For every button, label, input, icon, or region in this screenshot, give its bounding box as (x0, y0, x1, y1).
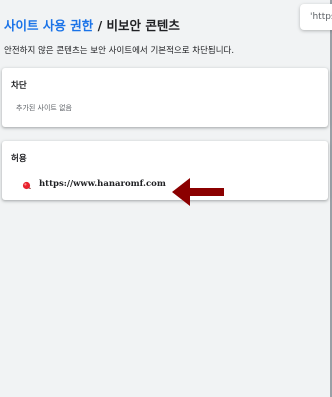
breadcrumb-site-permissions[interactable]: 사이트 사용 권한 (4, 18, 93, 33)
page-description: 안전하지 않은 콘텐츠는 보안 사이트에서 기본적으로 차단됩니다. (4, 46, 235, 56)
breadcrumb-separator: / (97, 18, 103, 33)
page-title: 사이트 사용 권한 / 비보안 콘텐츠 (4, 15, 180, 34)
block-section: 차단 추가된 사이트 없음 (2, 68, 328, 127)
annotation-arrow-icon (172, 178, 224, 206)
breadcrumb-insecure-content: 비보안 콘텐츠 (106, 18, 180, 33)
allow-section-title: 허용 (11, 154, 27, 164)
site-url: https://www.hanaromf.com (39, 179, 166, 189)
search-input[interactable]: 'https: (300, 4, 332, 30)
block-empty-text: 추가된 사이트 없음 (16, 104, 72, 112)
block-section-title: 차단 (11, 81, 27, 91)
search-input-text: 'https: (310, 12, 332, 22)
allow-section: 허용 https://www.hanaromf.com (2, 141, 328, 200)
site-row[interactable]: https://www.hanaromf.com (2, 177, 328, 195)
site-favicon-icon (22, 181, 31, 190)
